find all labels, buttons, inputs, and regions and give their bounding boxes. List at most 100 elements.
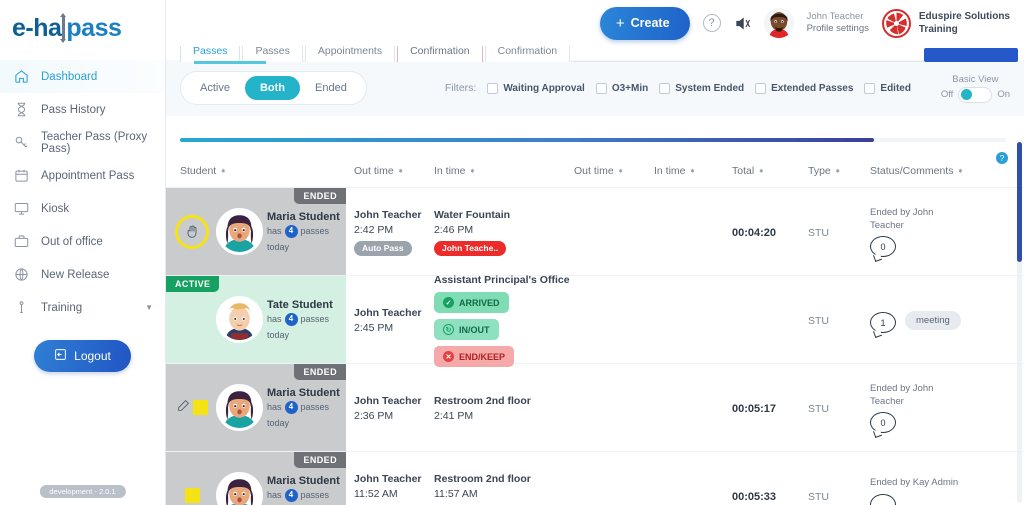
- segment-active[interactable]: Active: [185, 76, 245, 100]
- checkbox-icon[interactable]: [595, 82, 607, 94]
- student-cell[interactable]: ACTIVE Tate Student has 4 passes today: [166, 276, 346, 363]
- scrollbar-thumb[interactable]: [1017, 142, 1022, 262]
- table-row[interactable]: ENDED: [166, 452, 1024, 505]
- table-help-icon[interactable]: ?: [996, 152, 1008, 164]
- vertical-scrollbar[interactable]: [1017, 142, 1022, 503]
- sidebar-item-appointment-pass[interactable]: Appointment Pass: [0, 159, 165, 192]
- in-time-cell: Restroom 2nd floor 2:41 PM: [434, 364, 574, 451]
- pencil-icon[interactable]: [177, 399, 190, 417]
- sidebar-item-training[interactable]: Training ▼: [0, 291, 165, 324]
- segment-both[interactable]: Both: [244, 76, 301, 100]
- filter-o3-min[interactable]: O3+Min: [595, 82, 648, 94]
- sidebar-item-pass-history[interactable]: Pass History: [0, 93, 165, 126]
- column-header-in-time-2[interactable]: In time ▲ ▼: [654, 165, 732, 177]
- sort-icon[interactable]: ▲ ▼: [758, 168, 764, 175]
- sort-icon[interactable]: ▲ ▼: [398, 168, 404, 175]
- sidebar-item-label: New Release: [41, 268, 110, 281]
- comment-bubble-icon[interactable]: 0: [870, 412, 896, 439]
- column-header-out-time-2[interactable]: Out time ▲ ▼: [574, 165, 654, 177]
- destination-name: Restroom 2nd floor: [434, 472, 531, 485]
- student-info: Maria Student has 4 passes today: [267, 210, 346, 253]
- toggle-off-label: Off: [940, 89, 954, 100]
- sort-icon[interactable]: ▲ ▼: [220, 168, 226, 175]
- filter-system-ended[interactable]: System Ended: [659, 82, 745, 94]
- student-cell[interactable]: ENDED: [166, 188, 346, 275]
- status-badge: ENDED: [294, 188, 346, 204]
- comment-bubble-icon[interactable]: [870, 493, 896, 505]
- table-row[interactable]: ENDED: [166, 188, 1024, 276]
- table-row[interactable]: ENDED: [166, 364, 1024, 452]
- sidebar-item-teacher-pass[interactable]: Teacher Pass (Proxy Pass): [0, 126, 165, 159]
- comment-count: 0: [880, 418, 886, 429]
- filter-edited[interactable]: Edited: [864, 82, 911, 94]
- sidebar-item-label: Kiosk: [41, 202, 70, 215]
- out-time-cell: John Teacher 2:42 PM Auto Pass: [346, 188, 434, 275]
- sidebar-item-out-of-office[interactable]: Out of office: [0, 225, 165, 258]
- has-label: has: [267, 490, 282, 501]
- segment-ended[interactable]: Ended: [300, 76, 362, 100]
- status-comments-cell: Ended by Kay Admin: [870, 452, 1024, 505]
- column-header-student[interactable]: Student ▲ ▼: [166, 165, 346, 177]
- brand-logo[interactable]: e-ha pass: [0, 0, 165, 56]
- in-time-cell: Water Fountain 2:46 PM John Teache..: [434, 188, 574, 275]
- note-icon[interactable]: [184, 488, 200, 503]
- loading-progress-bar: [180, 138, 874, 142]
- tab-label: Appointments: [317, 44, 383, 57]
- comment-bubble-icon[interactable]: 1: [870, 311, 896, 338]
- filters-group: Filters: Waiting Approval O3+Min System …: [445, 82, 911, 94]
- logout-button[interactable]: Logout: [34, 340, 131, 372]
- student-cell[interactable]: ENDED: [166, 452, 346, 505]
- column-header-type[interactable]: Type ▲ ▼: [808, 165, 870, 177]
- student-cell[interactable]: ENDED: [166, 364, 346, 451]
- checkbox-icon[interactable]: [755, 82, 767, 94]
- comment-count: 1: [880, 317, 886, 328]
- mute-bell-icon[interactable]: [734, 15, 751, 32]
- column-header-in-time-1[interactable]: In time ▲ ▼: [434, 165, 574, 177]
- student-name: Maria Student: [267, 475, 340, 487]
- user-info[interactable]: John Teacher Profile settings: [807, 11, 869, 36]
- sidebar-item-kiosk[interactable]: Kiosk: [0, 192, 165, 225]
- filter-extended-passes[interactable]: Extended Passes: [755, 82, 853, 94]
- create-button[interactable]: + Create: [599, 6, 690, 40]
- note-icon[interactable]: [192, 400, 208, 415]
- comment-tag[interactable]: meeting: [905, 311, 961, 330]
- help-icon[interactable]: ?: [702, 14, 721, 32]
- column-header-total[interactable]: Total ▲ ▼: [732, 165, 808, 177]
- student-info: Maria Student has 4 passes today: [267, 474, 346, 505]
- sort-icon[interactable]: ▲ ▼: [690, 168, 696, 175]
- sidebar-item-dashboard[interactable]: Dashboard: [0, 60, 165, 93]
- in-pass-pill: John Teache..: [434, 240, 507, 256]
- basic-view-toggle[interactable]: [958, 86, 993, 103]
- comment-bubble-icon[interactable]: 0: [870, 236, 896, 263]
- filters-label: Filters:: [444, 82, 477, 94]
- org-logo-icon: [881, 8, 911, 38]
- key-icon: [13, 134, 30, 151]
- checkbox-icon[interactable]: [864, 82, 876, 94]
- student-pass-summary: has 4 passes today: [267, 488, 346, 505]
- row-lead-icon[interactable]: [172, 488, 212, 503]
- total-cell: [732, 276, 808, 363]
- row-lead-icon[interactable]: [172, 214, 212, 249]
- table-header: Student ▲ ▼ Out time ▲ ▼ In time ▲ ▼ Out ti…: [166, 152, 1024, 188]
- column-header-status-comments[interactable]: Status/Comments ▲ ▼: [870, 165, 1024, 177]
- arrived-button[interactable]: ✓ ARRIVED: [434, 292, 509, 313]
- in-out-button[interactable]: ↻ IN/OUT: [434, 319, 499, 340]
- filter-waiting-approval[interactable]: Waiting Approval: [487, 82, 585, 94]
- sort-icon[interactable]: ▲ ▼: [618, 168, 624, 175]
- row-lead-icon[interactable]: [172, 399, 212, 417]
- total-cell: 00:05:17: [732, 364, 808, 451]
- avatar[interactable]: [763, 8, 794, 38]
- checkbox-icon[interactable]: [659, 82, 671, 94]
- checkbox-icon[interactable]: [487, 82, 499, 94]
- filter-label: System Ended: [675, 82, 745, 94]
- student-pass-summary: has 4 passes today: [267, 312, 346, 341]
- sidebar-item-label: Appointment Pass: [41, 169, 135, 182]
- sort-icon[interactable]: ▲ ▼: [470, 168, 476, 175]
- sort-icon[interactable]: ▲ ▼: [957, 168, 963, 175]
- column-header-out-time-1[interactable]: Out time ▲ ▼: [346, 165, 434, 177]
- table-row[interactable]: ACTIVE Tate Student has 4 passes today J…: [166, 274, 1024, 367]
- sidebar-item-new-release[interactable]: New Release: [0, 258, 165, 291]
- sort-icon[interactable]: ▲ ▼: [835, 168, 841, 175]
- profile-settings-link[interactable]: Profile settings: [807, 23, 869, 35]
- chevron-down-icon[interactable]: ▼: [145, 303, 153, 312]
